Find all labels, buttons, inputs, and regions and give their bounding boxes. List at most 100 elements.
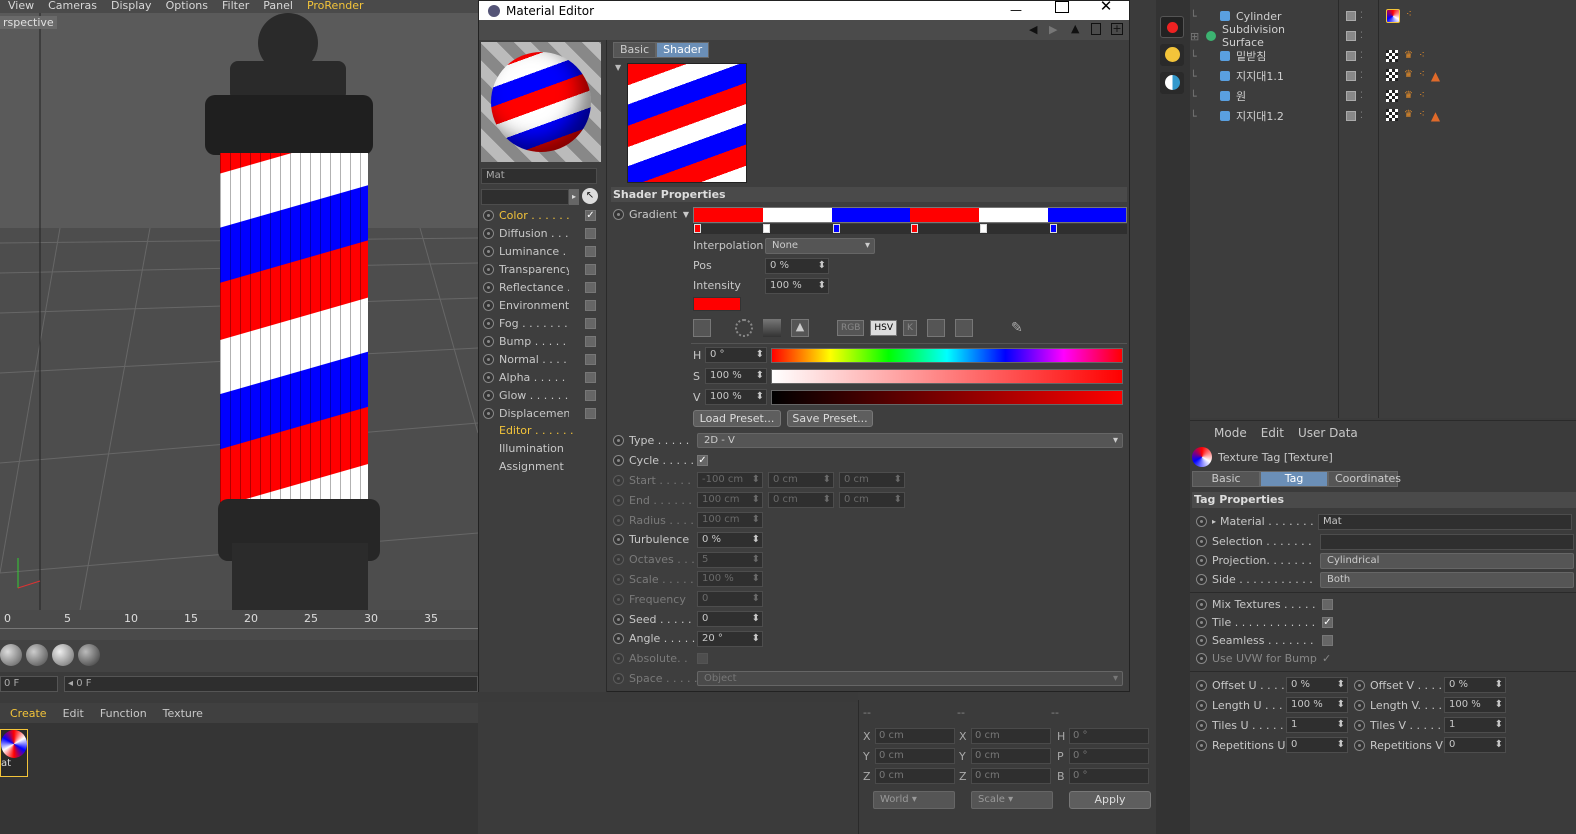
- attr-menu-mode[interactable]: Mode: [1214, 426, 1247, 440]
- dots-tag-icon[interactable]: ⁖: [1419, 50, 1425, 62]
- sphere-icon-4[interactable]: [78, 644, 100, 666]
- object-row[interactable]: └ 원 ⁚ ♛ ⁖: [1190, 86, 1576, 106]
- checker-tag-icon[interactable]: [1386, 69, 1398, 81]
- stepper-icon[interactable]: ⬍: [752, 533, 760, 547]
- load-preset-button[interactable]: Load Preset...: [693, 410, 781, 427]
- stepper-icon[interactable]: ⬍: [1495, 698, 1503, 712]
- viewport-menu-filter[interactable]: Filter: [222, 0, 249, 13]
- gradient-knot[interactable]: [911, 224, 918, 233]
- scale-dropdown[interactable]: Scale ▾: [971, 791, 1053, 809]
- prop-field[interactable]: 0 ⬍: [697, 611, 763, 628]
- minimize-icon[interactable]: —: [1009, 3, 1023, 17]
- spectrum-icon[interactable]: [693, 319, 711, 337]
- viewport-menu-cameras[interactable]: Cameras: [48, 0, 97, 13]
- stepper-icon[interactable]: ⬍: [1495, 718, 1503, 732]
- prop-checkbox[interactable]: ✓: [697, 455, 708, 467]
- mixer-icon[interactable]: [926, 319, 945, 337]
- color-mode-rgb[interactable]: RGB: [837, 320, 865, 336]
- channel-color[interactable]: Color . . . . . . ✓: [483, 206, 607, 224]
- dots-tag-icon[interactable]: ⁖: [1406, 9, 1412, 23]
- selection-radio[interactable]: [1196, 536, 1207, 547]
- prop-field[interactable]: 0 % ⬍: [697, 531, 763, 548]
- object-row[interactable]: └ 지지대1.1 ⁚ ♛ ⁖ ▲: [1190, 66, 1576, 86]
- layer-icon[interactable]: [1346, 71, 1356, 81]
- prop-field[interactable]: 20 ° ⬍: [697, 630, 763, 647]
- projection-dropdown[interactable]: Cylindrical: [1320, 552, 1574, 569]
- pointer-icon[interactable]: ↖: [582, 188, 598, 204]
- channel-normal[interactable]: Normal . . . . .: [483, 350, 607, 368]
- coord-field[interactable]: 0 °: [1069, 728, 1149, 744]
- uv-field[interactable]: 0 ⬍: [1286, 737, 1348, 753]
- uv-radio[interactable]: [1196, 719, 1207, 731]
- channel-transparency[interactable]: Transparency: [483, 260, 607, 278]
- uv-radio[interactable]: [1354, 739, 1365, 751]
- material-thumb[interactable]: at: [0, 729, 28, 777]
- channel-checkbox[interactable]: [585, 407, 596, 419]
- dots-tag-icon[interactable]: ⁖: [1419, 109, 1425, 123]
- sphere-icon-2[interactable]: [26, 644, 48, 666]
- hsv-slider[interactable]: [771, 390, 1123, 405]
- gradient-anim-radio[interactable]: [613, 209, 624, 220]
- gradient-knot[interactable]: [1049, 224, 1057, 233]
- channel-checkbox[interactable]: [585, 299, 596, 311]
- side-radio[interactable]: [1196, 574, 1207, 585]
- channel-checkbox[interactable]: ✓: [585, 209, 596, 221]
- tab-shader[interactable]: Shader: [656, 42, 710, 58]
- swatches-icon[interactable]: [954, 319, 973, 337]
- channel-radio[interactable]: [483, 389, 494, 401]
- coord-field[interactable]: 0 cm: [971, 728, 1051, 744]
- prop-radio[interactable]: [613, 435, 624, 447]
- material-radio[interactable]: [1196, 516, 1207, 527]
- seamless-radio[interactable]: [1196, 635, 1207, 646]
- channel-radio[interactable]: [483, 263, 494, 275]
- maximize-icon[interactable]: [1055, 1, 1069, 13]
- selection-field[interactable]: [1320, 533, 1574, 550]
- layer-icon[interactable]: [1346, 111, 1356, 121]
- stepper-icon[interactable]: ⬍: [1337, 678, 1345, 692]
- uv-field[interactable]: 0 % ⬍: [1444, 677, 1506, 693]
- layer-icon[interactable]: [1346, 51, 1356, 61]
- uv-radio[interactable]: [1354, 679, 1365, 691]
- attr-menu-user-data[interactable]: User Data: [1298, 426, 1358, 440]
- gradient-knot[interactable]: [694, 224, 701, 233]
- attr-tab-coordinates[interactable]: Coordinates: [1328, 471, 1401, 487]
- channel-checkbox[interactable]: [585, 389, 596, 401]
- channel-checkbox[interactable]: [585, 335, 596, 347]
- dots-tag-icon[interactable]: ⁖: [1419, 69, 1425, 83]
- knot-color-swatch[interactable]: [693, 297, 741, 311]
- channel-luminance[interactable]: Luminance . .: [483, 242, 607, 260]
- prop-radio[interactable]: [613, 613, 624, 625]
- checker-tag-icon[interactable]: [1386, 109, 1398, 121]
- visibility-dots-icon[interactable]: ⁚: [1360, 71, 1363, 81]
- editor-extra-item[interactable]: Editor . . . . . .: [499, 422, 599, 440]
- uv-field[interactable]: 1 ⬍: [1286, 717, 1348, 733]
- checker-tag-icon[interactable]: [1386, 90, 1398, 102]
- mm-menu-create[interactable]: Create: [10, 707, 47, 720]
- channel-checkbox[interactable]: [585, 245, 596, 257]
- gradient-knot[interactable]: [980, 224, 988, 233]
- stepper-icon[interactable]: ⬍: [1495, 678, 1503, 692]
- editor-extra-item[interactable]: Illumination: [499, 440, 599, 458]
- channel-radio[interactable]: [483, 317, 494, 329]
- uv-field[interactable]: 1 ⬍: [1444, 717, 1506, 733]
- collapse-arrow-icon[interactable]: ▼: [615, 63, 621, 72]
- stepper-icon[interactable]: ⬍: [756, 390, 764, 404]
- channel-radio[interactable]: [483, 353, 494, 365]
- material-name-field[interactable]: Mat: [481, 168, 597, 184]
- prop-radio[interactable]: [613, 633, 624, 645]
- interpolation-dropdown[interactable]: None ▾: [765, 237, 875, 254]
- layer-icon[interactable]: [1346, 11, 1356, 21]
- visibility-dots-icon[interactable]: ⁚: [1360, 31, 1363, 41]
- mix-radio[interactable]: [1196, 599, 1207, 610]
- channel-checkbox[interactable]: [585, 281, 596, 293]
- tab-basic[interactable]: Basic: [613, 42, 657, 58]
- warning-tag-icon[interactable]: ▲: [1431, 69, 1440, 83]
- dots-tag-icon[interactable]: ⁖: [1419, 90, 1425, 102]
- crown-tag-icon[interactable]: ♛: [1404, 50, 1413, 62]
- viewport-3d[interactable]: rspective: [0, 13, 478, 610]
- stepper-icon[interactable]: ⬍: [752, 632, 760, 646]
- texture-tag-icon[interactable]: [1386, 9, 1400, 23]
- coord-field[interactable]: 0 cm: [875, 748, 955, 764]
- forward-arrow-icon[interactable]: ▶: [1049, 23, 1057, 36]
- coord-field[interactable]: 0 cm: [971, 748, 1051, 764]
